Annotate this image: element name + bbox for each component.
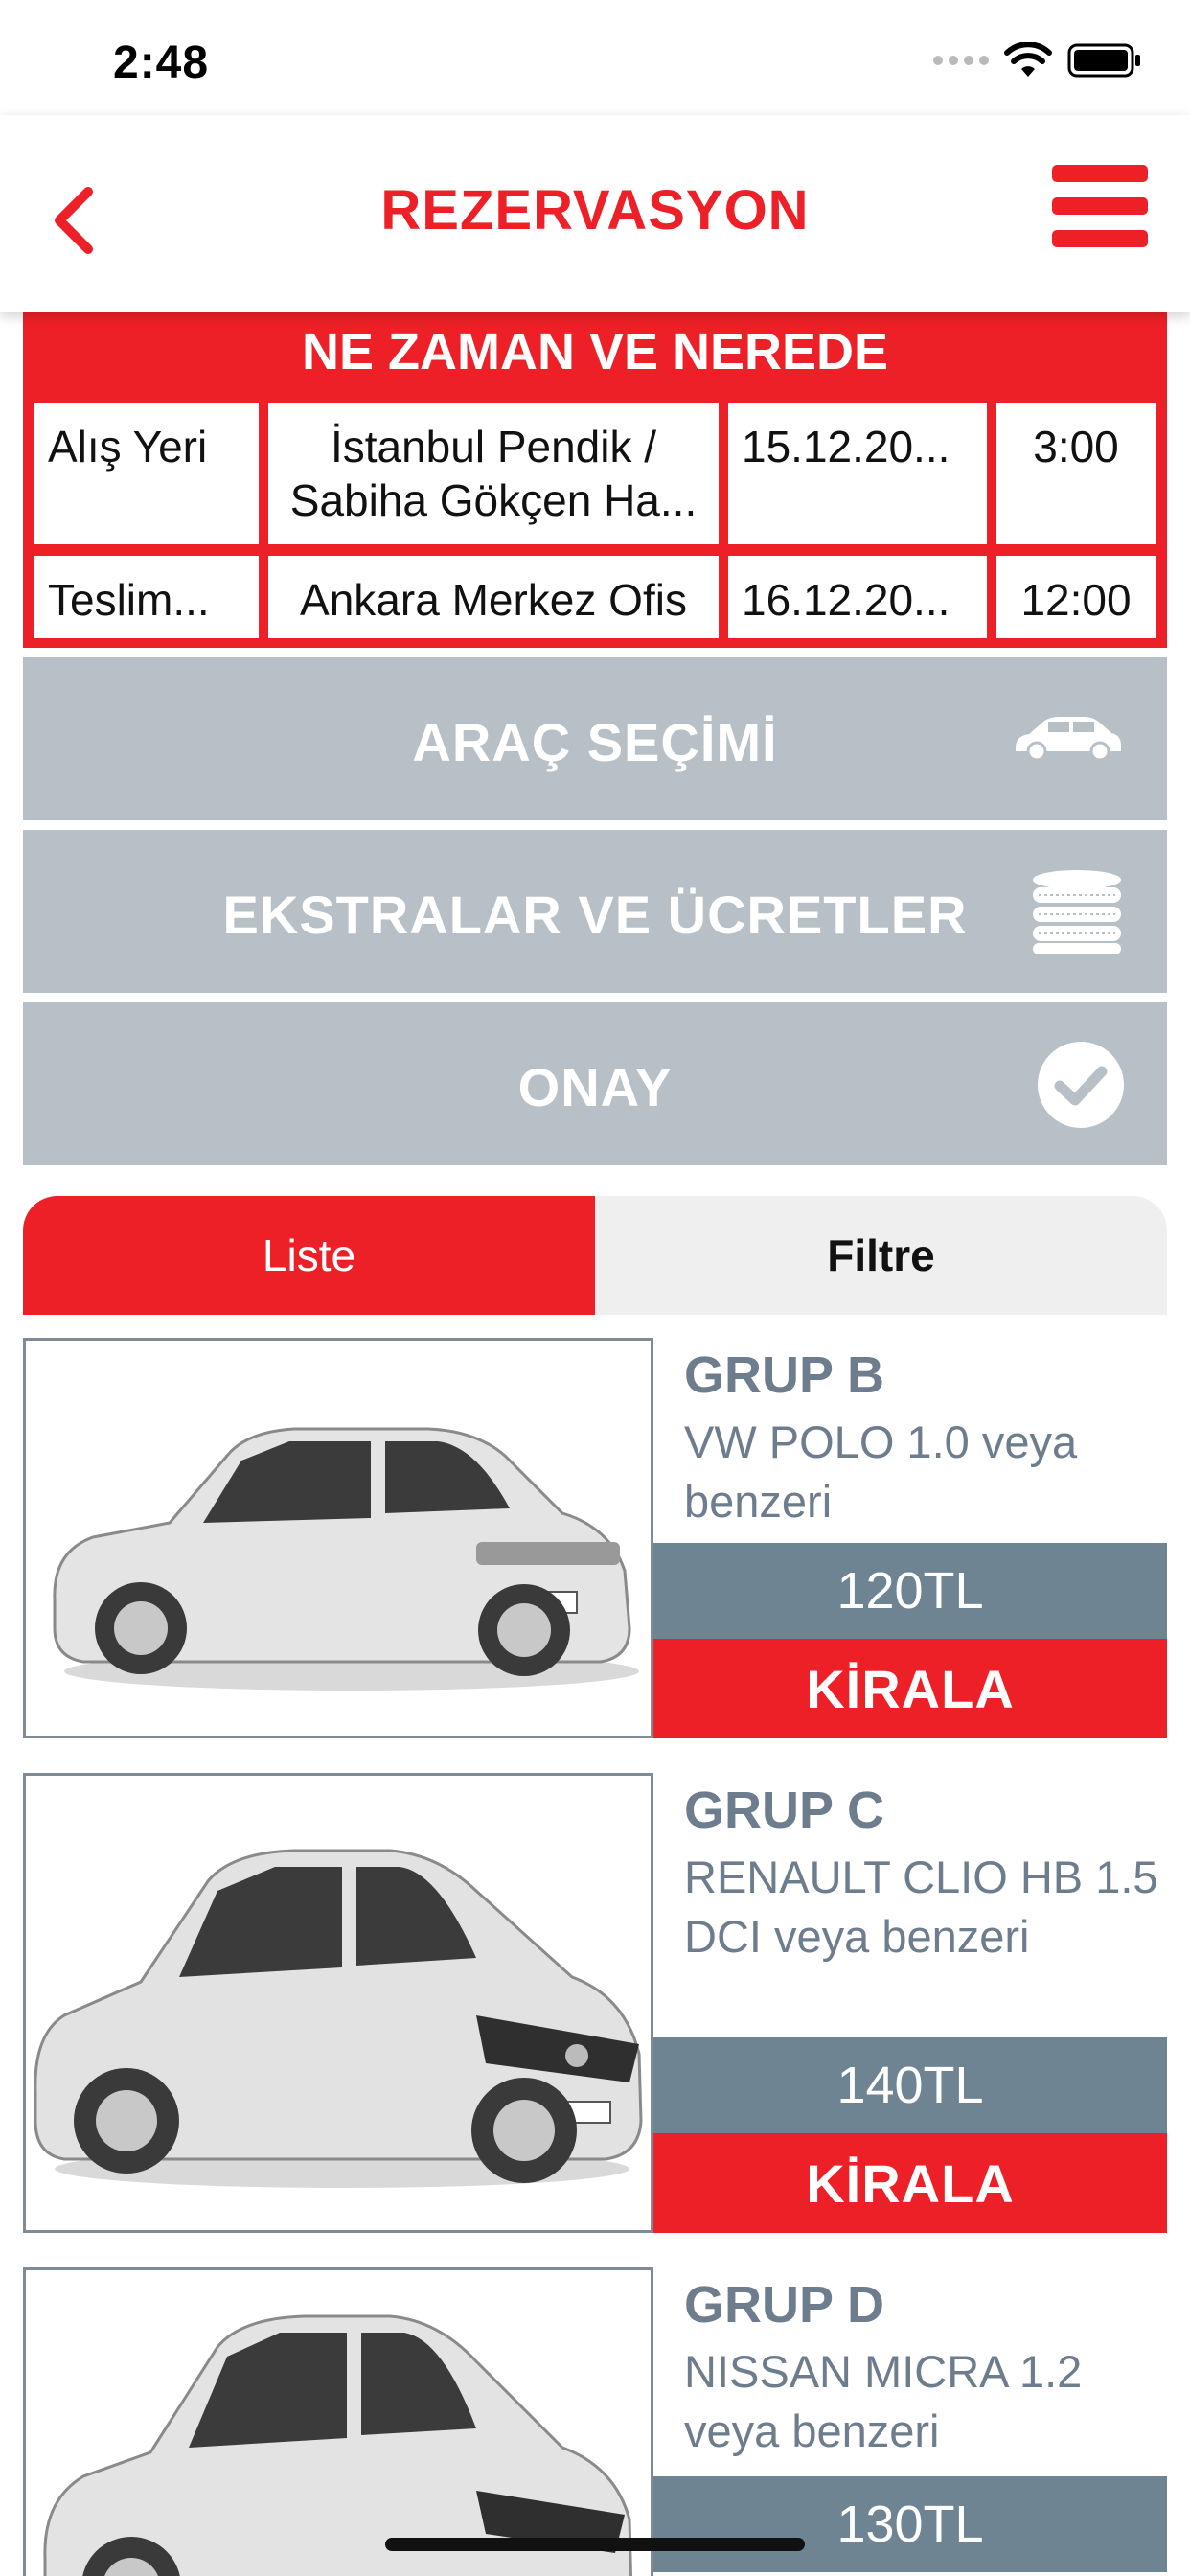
tab-filter[interactable]: Filtre: [595, 1196, 1167, 1315]
when-where-title: NE ZAMAN VE NEREDE: [301, 323, 889, 380]
car-group: GRUP C: [684, 1782, 885, 1839]
car-model: NISSAN MICRA 1.2 veya benzeri: [684, 2346, 1083, 2456]
return-label: Teslim...: [34, 556, 259, 638]
car-image: [43, 2314, 632, 2576]
rent-button[interactable]: KİRALA: [653, 2133, 1167, 2233]
car-group: GRUP D: [684, 2276, 885, 2334]
rent-button[interactable]: KİRALA: [653, 1639, 1167, 1738]
coins-icon: [1033, 870, 1121, 954]
step-vehicle-selection[interactable]: ARAÇ SEÇİMİ: [23, 657, 1167, 820]
step-extras-fees[interactable]: EKSTRALAR VE ÜCRETLER: [23, 830, 1167, 993]
car-image: [34, 1849, 643, 2188]
car-photo: [23, 1773, 653, 2233]
car-price: 140TL: [653, 2037, 1167, 2133]
car-card: GRUP D NISSAN MICRA 1.2 veya benzeri 130…: [23, 2267, 1167, 2576]
status-bar: 2:48: [0, 0, 1190, 115]
car-info: GRUP B VW POLO 1.0 veya benzeri: [684, 1338, 1167, 1531]
step-label: ARAÇ SEÇİMİ: [412, 712, 778, 772]
car-icon: [1016, 717, 1121, 762]
menu-bar: [1052, 165, 1148, 182]
car-info: GRUP C RENAULT CLIO HB 1.5 DCI veya benz…: [684, 1773, 1167, 1966]
when-where-panel: NE ZAMAN VE NEREDE Alış Yeri İstanbul Pe…: [23, 312, 1167, 648]
step-confirmation[interactable]: ONAY: [23, 1002, 1167, 1165]
signal-icon: [933, 56, 989, 65]
home-indicator[interactable]: [385, 2538, 805, 2551]
car-photo: [23, 2267, 653, 2576]
return-time[interactable]: 12:00: [996, 556, 1156, 638]
pickup-label: Alış Yeri: [34, 402, 259, 544]
pickup-time[interactable]: 3:00: [996, 402, 1156, 544]
wifi-icon: [1004, 42, 1052, 77]
app-header: REZERVASYON: [0, 115, 1190, 312]
car-card: GRUP C RENAULT CLIO HB 1.5 DCI veya benz…: [23, 1773, 1167, 2233]
step-label: EKSTRALAR VE ÜCRETLER: [222, 885, 968, 945]
car-card: GRUP B VW POLO 1.0 veya benzeri 120TL Kİ…: [23, 1338, 1167, 1738]
battery-icon: [1067, 43, 1140, 78]
status-time: 2:48: [113, 37, 210, 88]
check-circle-icon: [1038, 1042, 1124, 1128]
car-price: 120TL: [653, 1543, 1167, 1639]
status-icons: [933, 42, 1142, 79]
pickup-date[interactable]: 15.12.20...: [728, 402, 987, 544]
car-model: RENAULT CLIO HB 1.5 DCI veya benzeri: [684, 1852, 1158, 1962]
pickup-location[interactable]: İstanbul Pendik / Sabiha Gökçen Ha...: [268, 402, 719, 544]
menu-button[interactable]: [1052, 165, 1148, 247]
page-title: REZERVASYON: [380, 179, 810, 242]
car-info: GRUP D NISSAN MICRA 1.2 veya benzeri: [684, 2267, 1167, 2461]
car-price: 130TL: [653, 2476, 1167, 2572]
menu-bar: [1052, 197, 1148, 215]
car-photo: [23, 1338, 653, 1738]
view-tabs: Liste Filtre: [23, 1196, 1167, 1315]
menu-bar: [1052, 230, 1148, 247]
return-location[interactable]: Ankara Merkez Ofis: [268, 556, 719, 638]
step-label: ONAY: [517, 1057, 673, 1117]
car-image: [53, 1427, 639, 1690]
car-group: GRUP B: [684, 1346, 885, 1404]
tab-list[interactable]: Liste: [23, 1196, 595, 1315]
return-date[interactable]: 16.12.20...: [728, 556, 987, 638]
car-model: VW POLO 1.0 veya benzeri: [684, 1416, 1078, 1527]
